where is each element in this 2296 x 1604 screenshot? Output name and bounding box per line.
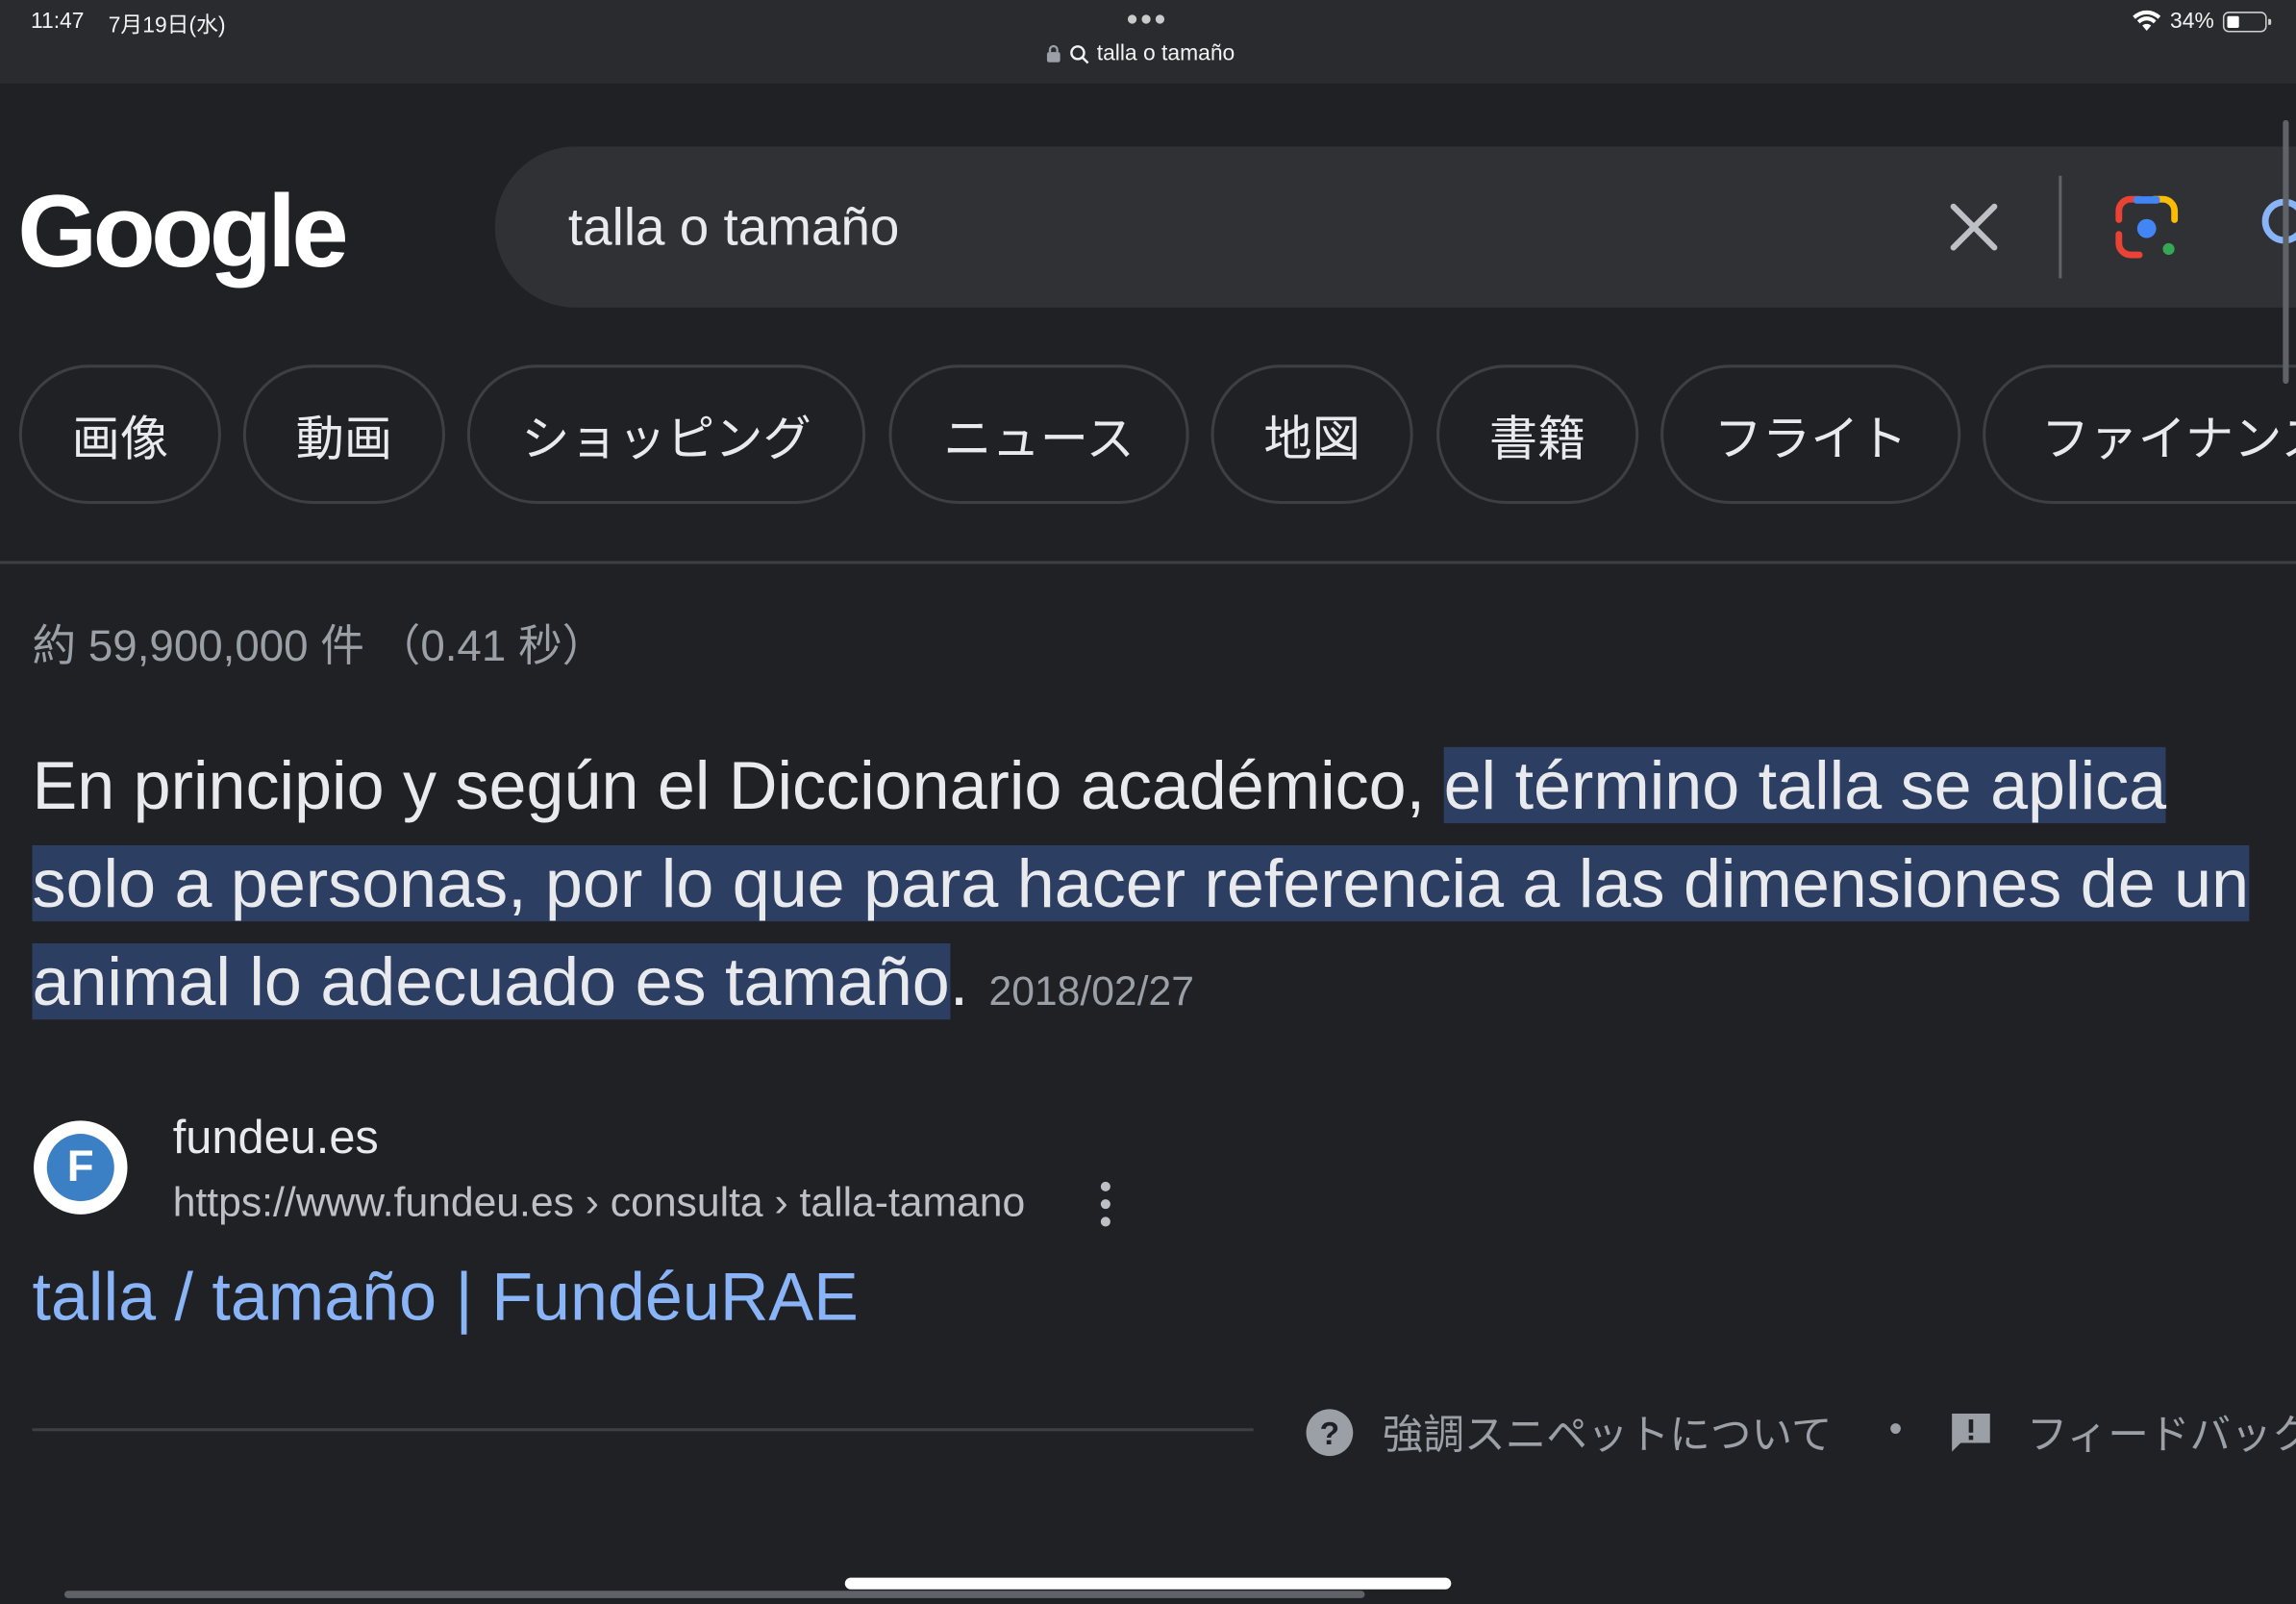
chip-news[interactable]: ニュース (888, 364, 1189, 505)
clear-icon[interactable] (1941, 195, 2006, 260)
help-icon: ? (1306, 1409, 1354, 1457)
search-icon[interactable] (2252, 193, 2296, 261)
battery-percent: 34% (2170, 9, 2214, 35)
status-bar: 11:47 7月19日(水) ●●● talla o tamaño 34% (0, 0, 2296, 84)
result-stats: 約 59,900,000 件 （0.41 秒） (32, 622, 607, 671)
snippet-divider (32, 1428, 1254, 1432)
chip-books[interactable]: 書籍 (1436, 364, 1639, 505)
address-text: talla o tamaño (1096, 40, 1235, 66)
chip-shopping[interactable]: ショッピング (466, 364, 866, 505)
feedback-label: フィードバック (2026, 1412, 2296, 1458)
google-lens-icon[interactable] (2113, 193, 2181, 261)
feedback-link[interactable]: フィードバック (1948, 1403, 2296, 1462)
favicon-letter: F (46, 1134, 114, 1202)
google-logo[interactable]: Google (17, 173, 348, 290)
lock-icon (1046, 44, 1061, 63)
snippet-text: En principio y según el Diccionario acad… (32, 746, 1444, 824)
search-small-icon (1070, 44, 1089, 63)
about-snippets-link[interactable]: ? 強調スニペットについて (1303, 1403, 1833, 1462)
svg-text:?: ? (1320, 1416, 1339, 1452)
chip-finance[interactable]: ファイナンス (1983, 364, 2296, 505)
result-title-link[interactable]: talla / tamaño | FundéuRAE (33, 1257, 859, 1336)
home-indicator[interactable] (844, 1577, 1452, 1590)
more-vert-icon[interactable] (1086, 1178, 1125, 1231)
featured-snippet: En principio y según el Diccionario acad… (32, 737, 2273, 1040)
search-divider (2059, 175, 2062, 279)
feedback-icon (1952, 1413, 1990, 1452)
multitask-dots-icon[interactable]: ●●● (1126, 6, 1167, 29)
screen: 11:47 7月19日(水) ●●● talla o tamaño 34% Go… (0, 0, 2296, 1604)
search-bar (494, 146, 2296, 308)
about-label: 強調スニペットについて (1382, 1412, 1833, 1458)
footer-bullet: • (1888, 1406, 1903, 1451)
site-favicon[interactable]: F (34, 1120, 128, 1215)
header-divider (0, 561, 2296, 564)
address-bar[interactable]: talla o tamaño (1045, 41, 1235, 66)
site-url[interactable]: https://www.fundeu.es › consulta › talla… (173, 1179, 1026, 1226)
status-time: 11:47 (30, 9, 85, 35)
battery-icon (2222, 11, 2272, 32)
chip-flights[interactable]: フライト (1660, 364, 1961, 505)
vertical-scrollbar[interactable] (2283, 119, 2289, 385)
horizontal-scrollbar[interactable] (64, 1591, 1365, 1598)
status-date: 7月19日(水) (108, 13, 226, 38)
wifi-icon (2133, 10, 2161, 31)
snippet-end: . (949, 943, 969, 1020)
snippet-date: 2018/02/27 (988, 967, 1194, 1015)
chip-maps[interactable]: 地図 (1210, 364, 1413, 505)
site-name[interactable]: fundeu.es (173, 1111, 379, 1165)
chip-videos[interactable]: 動画 (242, 364, 445, 505)
chip-images[interactable]: 画像 (18, 364, 221, 505)
status-right: 34% (2132, 9, 2272, 35)
search-input[interactable] (567, 190, 1886, 264)
